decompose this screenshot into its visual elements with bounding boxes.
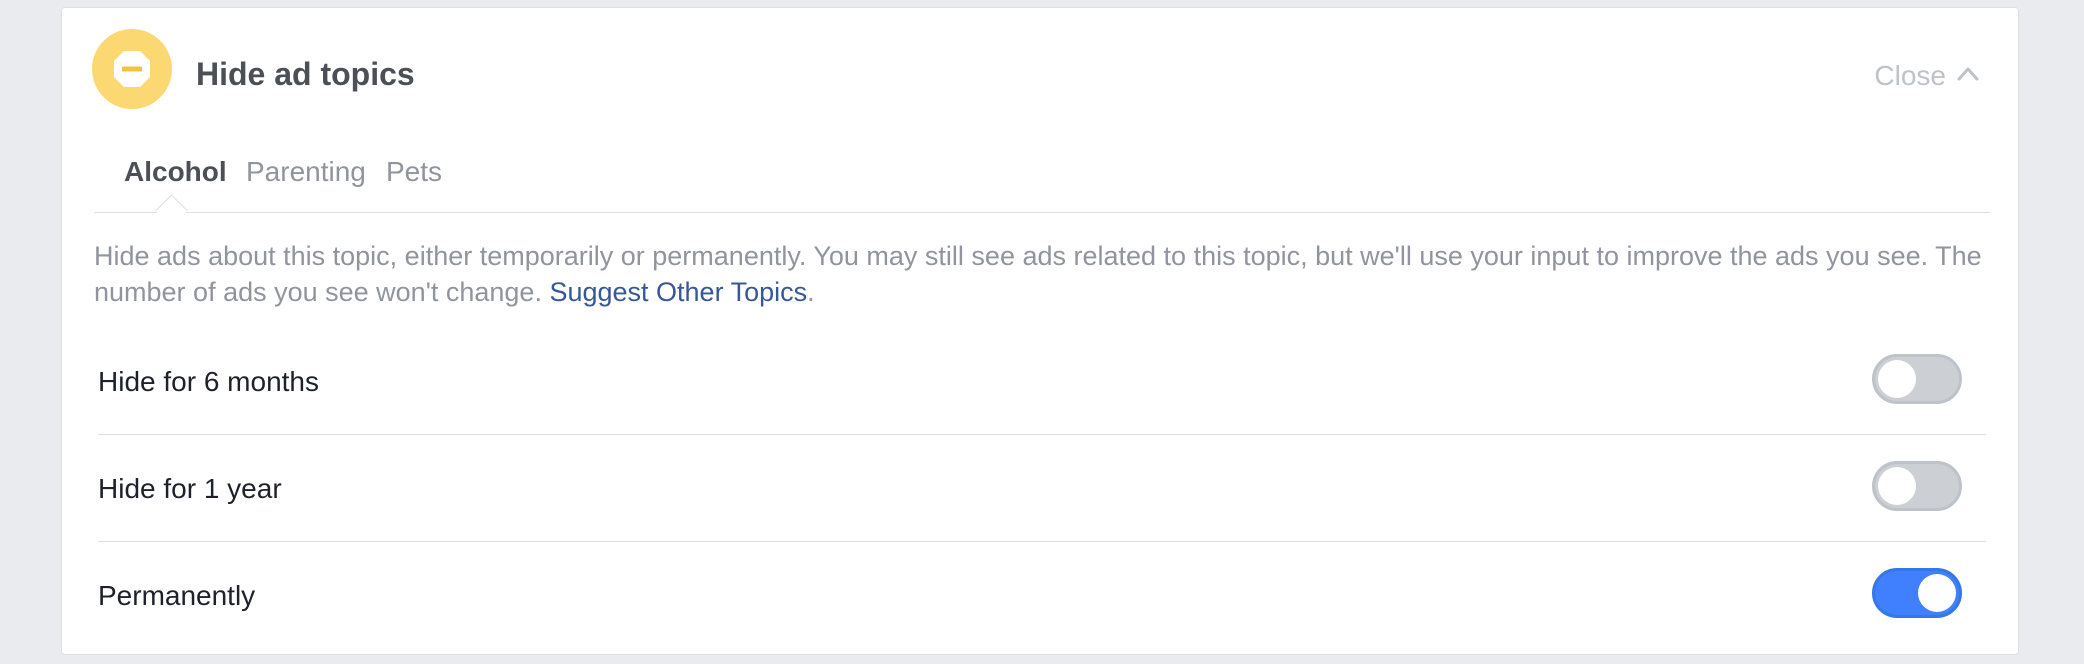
panel-title: Hide ad topics bbox=[196, 56, 415, 92]
option-hide-6-months: Hide for 6 months bbox=[98, 328, 1986, 435]
option-label: Hide for 1 year bbox=[98, 473, 282, 504]
active-tab-indicator bbox=[155, 194, 188, 227]
option-hide-1-year: Hide for 1 year bbox=[98, 435, 1986, 542]
toggle-knob bbox=[1918, 574, 1956, 612]
option-label: Permanently bbox=[98, 580, 256, 611]
toggle-knob bbox=[1878, 467, 1916, 505]
hide-1-year-toggle[interactable] bbox=[1872, 461, 1962, 511]
permanently-toggle[interactable] bbox=[1872, 568, 1962, 618]
tab-parenting[interactable]: Parenting bbox=[246, 154, 366, 190]
description-trailing: . bbox=[807, 277, 815, 307]
option-label: Hide for 6 months bbox=[98, 366, 319, 397]
option-permanently: Permanently bbox=[98, 542, 1986, 648]
topic-tabs: Alcohol Parenting Pets bbox=[94, 148, 1990, 227]
chevron-up-icon bbox=[1956, 62, 1980, 91]
suggest-other-topics-link[interactable]: Suggest Other Topics bbox=[549, 277, 807, 307]
hide-6-months-toggle[interactable] bbox=[1872, 354, 1962, 404]
topic-description: Hide ads about this topic, either tempor… bbox=[94, 238, 1994, 310]
tab-pets[interactable]: Pets bbox=[386, 154, 442, 190]
toggle-knob bbox=[1878, 360, 1916, 398]
close-label: Close bbox=[1874, 60, 1946, 91]
blocked-sign-icon bbox=[92, 29, 172, 109]
close-button[interactable]: Close bbox=[1874, 58, 1980, 94]
hide-ad-topics-panel: Hide ad topics Close Alcohol Parenting P… bbox=[61, 7, 2019, 655]
tab-alcohol[interactable]: Alcohol bbox=[124, 154, 227, 190]
description-text: Hide ads about this topic, either tempor… bbox=[94, 241, 1982, 307]
